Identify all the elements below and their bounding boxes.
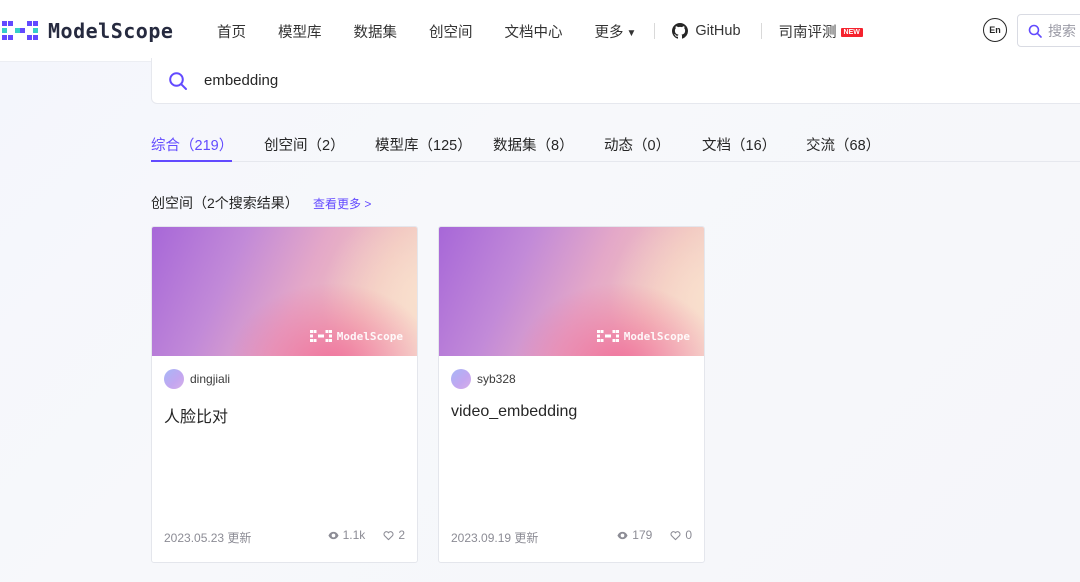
avatar <box>451 369 471 389</box>
author-name: dingjiali <box>190 372 231 386</box>
eval-label: 司南评测 <box>778 24 837 41</box>
tab-studios[interactable]: 创空间（2） <box>264 134 345 155</box>
modelscope-logo-icon <box>2 21 38 40</box>
active-tab-indicator <box>151 160 232 162</box>
card-stats: 1.1k 2 <box>328 528 405 542</box>
like-count-value: 0 <box>685 528 692 542</box>
brand-name: ModelScope <box>48 19 174 43</box>
github-label: GitHub <box>695 23 741 39</box>
nav-divider <box>654 23 656 39</box>
card-title[interactable]: video_embedding <box>451 403 577 421</box>
like-count[interactable]: 2 <box>383 528 405 542</box>
like-count-value: 2 <box>398 528 405 542</box>
card-cover-image: ModelScope <box>152 227 417 356</box>
tab-discussions[interactable]: 交流（68） <box>806 134 880 155</box>
search-icon <box>169 71 187 90</box>
heart-icon <box>383 530 394 540</box>
card-cover-image: ModelScope <box>439 227 704 356</box>
card-title[interactable]: 人脸比对 <box>164 403 228 427</box>
eye-icon <box>617 531 628 539</box>
nav-item-studios[interactable]: 创空间 <box>429 21 473 42</box>
modelscope-logo-icon <box>309 330 332 342</box>
view-count: 1.1k <box>328 528 366 542</box>
tab-datasets[interactable]: 数据集（8） <box>493 134 574 155</box>
view-count-value: 179 <box>632 528 653 542</box>
main-search-bar[interactable] <box>151 58 1080 104</box>
new-badge: NEW <box>840 27 863 37</box>
like-count[interactable]: 0 <box>670 528 692 542</box>
header-search-box[interactable]: 搜索 <box>1017 14 1080 47</box>
github-icon <box>672 23 689 39</box>
nav-item-github[interactable]: GitHub <box>672 23 741 39</box>
cover-logo-text: ModelScope <box>336 329 403 343</box>
language-switch-button[interactable]: En <box>983 18 1007 42</box>
search-icon <box>1028 24 1042 38</box>
card-author[interactable]: dingjiali <box>164 369 230 389</box>
studio-card[interactable]: ModelScope dingjiali 人脸比对 2023.05.23 更新 … <box>151 226 418 563</box>
nav-item-datasets[interactable]: 数据集 <box>354 21 398 42</box>
nav-item-docs[interactable]: 文档中心 <box>505 21 563 42</box>
tab-all[interactable]: 综合（219） <box>151 134 233 155</box>
nav-item-home[interactable]: 首页 <box>217 21 246 42</box>
modelscope-logo-icon <box>596 330 619 342</box>
eye-icon <box>328 531 339 539</box>
header-search-placeholder: 搜索 <box>1048 22 1076 39</box>
heart-icon <box>670 530 681 540</box>
tab-activity[interactable]: 动态（0） <box>604 134 670 155</box>
result-tabs: 综合（219） 创空间（2） 模型库（125） 数据集（8） 动态（0） 文档（… <box>151 124 1080 162</box>
nav-item-eval[interactable]: 司南评测 NEW <box>779 21 863 42</box>
card-updated-date: 2023.09.19 更新 <box>451 531 539 545</box>
nav-item-more[interactable]: 更多 ▼ <box>595 21 637 42</box>
section-title: 创空间（2个搜索结果） <box>151 195 299 211</box>
cover-logo-text: ModelScope <box>623 329 690 343</box>
nav-divider <box>760 23 762 39</box>
top-navigation-bar: ModelScope 首页 模型库 数据集 创空间 文档中心 更多 ▼ GitHu… <box>0 0 1080 62</box>
main-nav: 首页 模型库 数据集 创空间 文档中心 更多 ▼ GitHub 司南评测 NEW <box>217 0 863 62</box>
tab-models[interactable]: 模型库（125） <box>375 134 472 155</box>
studio-card[interactable]: ModelScope syb328 video_embedding 2023.0… <box>438 226 705 563</box>
tab-docs[interactable]: 文档（16） <box>702 134 776 155</box>
modelscope-logo[interactable]: ModelScope <box>0 17 173 45</box>
nav-item-models[interactable]: 模型库 <box>278 21 322 42</box>
chevron-down-icon: ▼ <box>626 27 637 39</box>
view-count-value: 1.1k <box>342 528 366 542</box>
nav-more-label: 更多 <box>594 24 624 41</box>
cover-watermark: ModelScope <box>596 329 690 343</box>
see-more-link[interactable]: 查看更多 > <box>313 195 371 212</box>
author-name: syb328 <box>477 372 516 386</box>
avatar <box>164 369 184 389</box>
view-count: 179 <box>617 528 652 542</box>
language-icon: En <box>989 25 1001 35</box>
search-input[interactable] <box>204 72 804 89</box>
cover-watermark: ModelScope <box>309 329 403 343</box>
card-stats: 179 0 <box>617 528 692 542</box>
card-updated-date: 2023.05.23 更新 <box>164 531 252 545</box>
card-author[interactable]: syb328 <box>451 369 516 389</box>
